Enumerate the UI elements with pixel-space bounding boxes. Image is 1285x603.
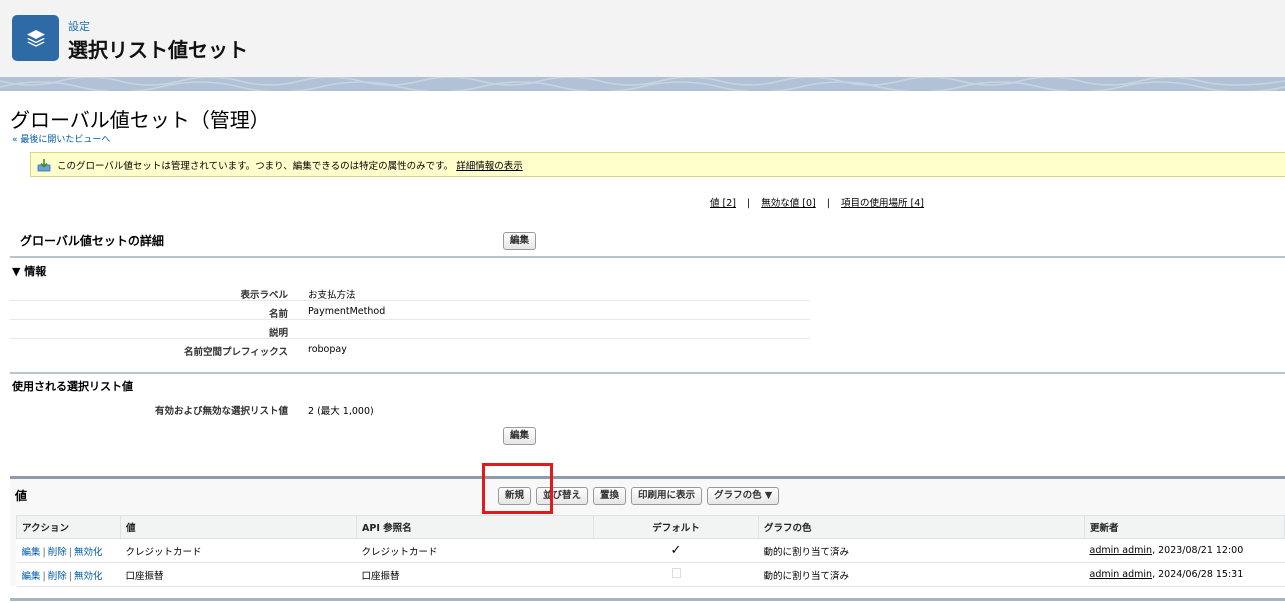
app-header: 設定 選択リスト値セット: [0, 0, 1285, 80]
cell-modified-by: admin admin, 2024/06/28 15:31: [1084, 562, 1285, 587]
field-row-name: 名前 PaymentMethod: [10, 301, 810, 320]
page-title: グローバル値セット（管理）: [10, 108, 270, 132]
field-row-description: 説明: [10, 320, 810, 339]
cell-value: クレジットカード: [120, 538, 357, 563]
deactivate-link[interactable]: 無効化: [74, 547, 103, 558]
field-row-namespace: 名前空間プレフィックス robopay: [10, 339, 810, 358]
divider: [10, 256, 1285, 258]
cell-value: 口座振替: [120, 562, 357, 587]
table-row: 編集 | 削除 | 無効化 口座振替 口座振替 動的に割り当て済み admin admi…: [16, 562, 1285, 587]
cell-chart-color: 動的に割り当て済み: [758, 562, 1085, 587]
field-value: robopay: [308, 344, 347, 355]
field-label: 名前: [268, 309, 288, 320]
col-header-action: アクション: [16, 515, 121, 539]
cell-api-name: クレジットカード: [356, 538, 594, 563]
col-header-api-name[interactable]: API 参照名: [356, 515, 594, 539]
used-values-row: 有効および無効な選択リスト値 2 (最大 1,000): [10, 398, 810, 417]
delete-link[interactable]: 削除: [48, 571, 67, 582]
link-field-usage[interactable]: 項目の使用場所 [4]: [841, 198, 924, 209]
separator: |: [826, 198, 830, 209]
details-link[interactable]: 詳細情報の表示: [456, 161, 523, 172]
modified-date: , 2023/08/21 12:00: [1152, 545, 1244, 556]
edit-link[interactable]: 編集: [22, 547, 41, 558]
related-lists-links: 値 [2] | 無効な値 [0] | 項目の使用場所 [4]: [710, 195, 924, 209]
col-header-value[interactable]: 値: [120, 515, 357, 539]
col-header-modified-by[interactable]: 更新者: [1084, 515, 1285, 539]
link-values[interactable]: 値 [2]: [710, 198, 736, 209]
table-row: 編集 | 削除 | 無効化 クレジットカード クレジットカード ✓ 動的に割り当て済み …: [16, 538, 1285, 563]
separator: |: [68, 546, 72, 558]
replace-button[interactable]: 置換: [593, 487, 627, 505]
cell-default: [593, 562, 759, 587]
new-button-highlight-box: [482, 463, 553, 514]
chart-color-dropdown[interactable]: グラフの色 ▼: [707, 487, 780, 505]
field-label: 有効および無効な選択リスト値: [154, 406, 288, 417]
used-values-heading: 使用される選択リスト値: [12, 380, 133, 393]
separator: |: [42, 570, 46, 582]
stack-layers-icon: [12, 15, 59, 61]
separator: |: [747, 198, 751, 209]
user-link[interactable]: admin admin: [1090, 569, 1153, 580]
delete-link[interactable]: 削除: [48, 547, 67, 558]
row-actions: 編集 | 削除 | 無効化: [16, 538, 121, 563]
row-actions: 編集 | 削除 | 無効化: [16, 562, 121, 587]
link-inactive-values[interactable]: 無効な値 [0]: [761, 198, 815, 209]
field-label: 名前空間プレフィックス: [183, 347, 288, 358]
managed-info-bar: このグローバル値セットは管理されています。つまり、編集できるのは特定の属性のみで…: [30, 152, 1285, 177]
cell-modified-by: admin admin, 2023/08/21 12:00: [1084, 538, 1285, 563]
unchecked-checkbox-icon: [671, 568, 681, 578]
header-breadcrumb[interactable]: 設定: [68, 18, 90, 34]
printable-view-button[interactable]: 印刷用に表示: [631, 487, 703, 505]
divider: [10, 598, 1285, 601]
deactivate-link[interactable]: 無効化: [74, 571, 103, 582]
decorative-wave-band: [0, 77, 1285, 91]
info-message: このグローバル値セットは管理されています。つまり、編集できるのは特定の属性のみで…: [57, 160, 454, 172]
modified-date: , 2024/06/28 15:31: [1152, 569, 1244, 580]
field-label: 説明: [268, 328, 288, 339]
field-value: お支払方法: [308, 290, 356, 301]
separator: |: [42, 546, 46, 558]
checkmark-icon: ✓: [670, 543, 682, 558]
cell-default: ✓: [593, 538, 759, 563]
info-section-toggle[interactable]: ▼ 情報: [12, 263, 46, 279]
cell-chart-color: 動的に割り当て済み: [758, 538, 1085, 563]
edit-link[interactable]: 編集: [22, 571, 41, 582]
col-header-chart-color[interactable]: グラフの色: [758, 515, 1085, 539]
values-table: アクション 値 API 参照名 デフォルト グラフの色 更新者 編集 | 削除 | 無効…: [16, 515, 1285, 587]
field-value: 2 (最大 1,000): [308, 406, 374, 417]
values-related-list: 値 新規 並び替え 置換 印刷用に表示 グラフの色 ▼ アクション 値 API …: [10, 476, 1285, 587]
detail-heading: グローバル値セットの詳細: [20, 234, 164, 248]
field-value: PaymentMethod: [308, 306, 386, 317]
header-title: 選択リスト値セット: [68, 38, 248, 62]
cell-api-name: 口座振替: [356, 562, 594, 587]
col-header-default[interactable]: デフォルト: [593, 515, 759, 539]
back-to-list-link[interactable]: « 最後に開いたビューへ: [12, 132, 110, 145]
divider: [10, 372, 1285, 374]
values-title: 値: [15, 489, 28, 503]
field-label: 表示ラベル: [240, 290, 288, 301]
separator: |: [68, 570, 72, 582]
field-row-label: 表示ラベル お支払方法: [10, 282, 810, 301]
download-package-icon: [37, 158, 51, 172]
edit-button[interactable]: 編集: [503, 232, 537, 250]
user-link[interactable]: admin admin: [1090, 545, 1153, 556]
edit-button-bottom[interactable]: 編集: [503, 427, 537, 445]
info-text: このグローバル値セットは管理されています。つまり、編集できるのは特定の属性のみで…: [57, 158, 523, 172]
table-header-row: アクション 値 API 参照名 デフォルト グラフの色 更新者: [16, 515, 1285, 539]
